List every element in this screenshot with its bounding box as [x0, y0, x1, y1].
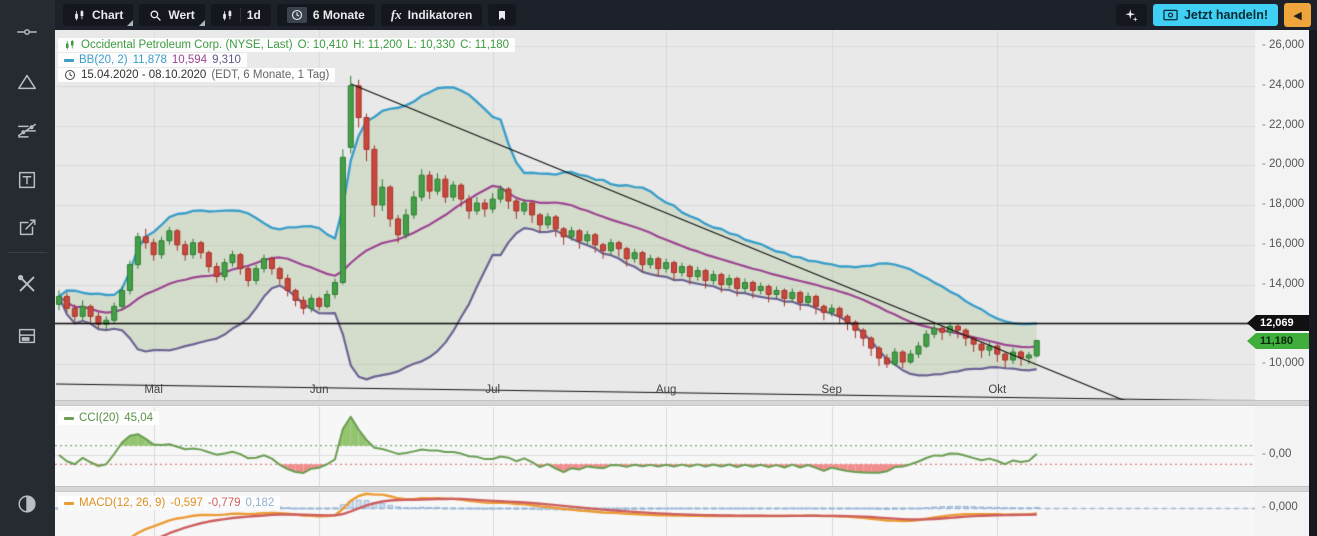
macd-signal-value: -0,779 [208, 497, 241, 509]
banknote-icon [1163, 9, 1178, 21]
indicators-button[interactable]: fx Indikatoren [381, 4, 483, 26]
tools-icon[interactable] [15, 272, 39, 296]
macd-value: -0,597 [170, 497, 203, 509]
candlestick-icon [64, 39, 76, 51]
macd-line-swatch-icon [64, 502, 74, 505]
bb-upper-value: 11,878 [133, 54, 167, 66]
annotation-tool-icon[interactable] [15, 216, 39, 240]
interval-button[interactable]: 1d [211, 4, 271, 26]
y-axis-label: 20,000 [1262, 158, 1304, 170]
date-range-legend: 15.04.2020 - 08.10.2020 (EDT, 6 Monate, … [58, 68, 335, 82]
collapsed-panel-strip[interactable] [1309, 0, 1317, 536]
dropdown-fold-icon [127, 20, 133, 26]
indicators-label: Indikatoren [408, 8, 473, 22]
theme-toggle-icon[interactable] [15, 492, 39, 516]
bookmark-button[interactable] [488, 4, 516, 26]
sparkles-icon [1124, 8, 1139, 23]
cci-axis-zero: 0,00 [1262, 448, 1291, 460]
x-axis-label: Sep [821, 384, 841, 396]
collapse-panel-button[interactable]: ◀ [1284, 3, 1311, 27]
date-range-value: 15.04.2020 - 08.10.2020 [81, 69, 206, 81]
chart-type-button[interactable]: Chart [63, 4, 133, 26]
search-icon [149, 9, 162, 22]
horizontal-line-tool-icon[interactable] [15, 20, 39, 44]
fibonacci-tool-icon[interactable] [15, 118, 39, 142]
interval-label: 1d [247, 8, 261, 22]
search-button-label: Wert [168, 8, 194, 22]
horizontal-line-price-tag: 12,069 [1247, 315, 1309, 331]
x-axis-label: Aug [656, 384, 676, 396]
magic-tools-button[interactable] [1116, 4, 1147, 26]
high-value: H: 11,200 [353, 39, 402, 51]
bookmark-icon [496, 9, 508, 22]
y-axis-label: 24,000 [1262, 79, 1304, 91]
button-divider [240, 8, 241, 22]
bb-label: BB(20, 2) [79, 54, 128, 66]
time-range-label: 6 Monate [313, 8, 365, 22]
instrument-legend: Occidental Petroleum Corp. (NYSE, Last) … [58, 38, 515, 52]
bb-line-swatch-icon [64, 59, 74, 62]
bollinger-legend: BB(20, 2) 11,878 10,594 9,310 [58, 53, 247, 67]
dropdown-fold-icon [199, 20, 205, 26]
panel-resize-handle[interactable] [55, 486, 1309, 492]
time-range-button[interactable]: 6 Monate [277, 4, 375, 26]
macd-axis-zero: 0,000 [1262, 501, 1298, 513]
y-axis-label: 18,000 [1262, 198, 1304, 210]
panel-resize-handle[interactable] [55, 400, 1309, 406]
x-axis-label: Jul [485, 384, 500, 396]
fx-icon: fx [391, 7, 402, 23]
text-tool-icon[interactable] [15, 168, 39, 192]
x-axis-label: Mai [144, 384, 163, 396]
sidebar-divider [8, 252, 47, 253]
cci-value: 45,04 [124, 412, 153, 424]
last-price-value: 11,180 [1260, 335, 1293, 347]
symbol-search-button[interactable]: Wert [139, 4, 204, 26]
bb-lower-value: 9,310 [212, 54, 241, 66]
macd-legend: MACD(12, 26, 9) -0,597 -0,779 0,182 [58, 496, 280, 510]
cci-legend: CCI(20) 45,04 [58, 411, 159, 425]
trade-now-label: Jetzt handeln! [1184, 8, 1268, 22]
clock-icon [287, 7, 307, 23]
x-axis-label: Jun [310, 384, 329, 396]
drawing-tools-sidebar [0, 0, 55, 536]
cci-line-swatch-icon [64, 417, 74, 420]
open-value: O: 10,410 [298, 39, 349, 51]
instrument-name: Occidental Petroleum Corp. (NYSE, Last) [81, 39, 293, 51]
close-value: C: 11,180 [460, 39, 509, 51]
y-axis-label: 22,000 [1262, 119, 1304, 131]
clock-icon [64, 69, 76, 81]
layout-icon[interactable] [15, 324, 39, 348]
trading-app: Chart Wert 1d 6 Monate fx Indikatoren [0, 0, 1317, 536]
last-price-tag: 11,180 [1247, 333, 1309, 349]
y-axis-label: 26,000 [1262, 39, 1304, 51]
chevron-left-icon: ◀ [1293, 9, 1301, 22]
y-axis-label: 14,000 [1262, 278, 1304, 290]
chart-toolbar: Chart Wert 1d 6 Monate fx Indikatoren [55, 0, 1317, 30]
candlestick-icon [73, 9, 86, 22]
chart-button-label: Chart [92, 8, 123, 22]
line-price-value: 12,069 [1260, 317, 1294, 329]
y-axis-label: 10,000 [1262, 357, 1304, 369]
low-value: L: 10,330 [407, 39, 455, 51]
bb-mid-value: 10,594 [172, 54, 207, 66]
trade-now-button[interactable]: Jetzt handeln! [1153, 4, 1278, 26]
x-axis-label: Okt [988, 384, 1006, 396]
date-range-meta: (EDT, 6 Monate, 1 Tag) [211, 69, 329, 81]
chart-canvas[interactable] [55, 30, 1255, 536]
y-axis-label: 16,000 [1262, 238, 1304, 250]
candlestick-icon [221, 9, 234, 22]
shapes-tool-icon[interactable] [15, 70, 39, 94]
macd-hist-value: 0,182 [246, 497, 275, 509]
cci-label: CCI(20) [79, 412, 119, 424]
macd-label: MACD(12, 26, 9) [79, 497, 165, 509]
